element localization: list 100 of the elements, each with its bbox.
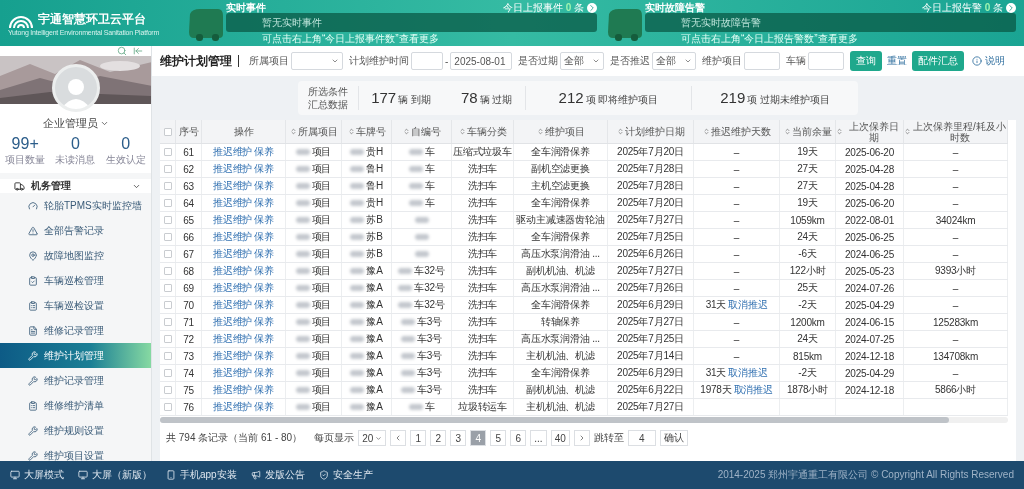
column-header[interactable]: 上次保养日期 [836, 120, 904, 143]
footer-link[interactable]: 安全生产 [318, 468, 373, 482]
cancel-delay-link[interactable]: 取消推迟 [728, 298, 768, 312]
action-link[interactable]: 推迟维护 [213, 196, 253, 210]
search-icon[interactable] [117, 46, 127, 56]
column-header[interactable]: 车辆分类 [452, 120, 514, 143]
menu-item[interactable]: 故障地图监控 [0, 243, 151, 268]
sort-icon[interactable] [347, 128, 355, 135]
row-checkbox[interactable] [163, 403, 172, 411]
menu-item[interactable]: 维护规则设置 [0, 418, 151, 443]
action-link[interactable]: 推迟维护 [213, 145, 253, 159]
sort-icon[interactable] [783, 128, 791, 135]
footer-link[interactable]: 手机app安装 [166, 468, 237, 482]
page-size-select[interactable]: 20 [358, 430, 387, 446]
action-link[interactable]: 保养 [254, 179, 274, 193]
menu-group[interactable]: 机务管理 [0, 179, 151, 193]
action-link[interactable]: 推迟维护 [213, 366, 253, 380]
footer-link[interactable]: 大屏模式 [10, 468, 64, 482]
action-link[interactable]: 推迟维护 [213, 264, 253, 278]
action-link[interactable]: 推迟维护 [213, 281, 253, 295]
confirm-button[interactable]: 确认 [659, 430, 688, 446]
row-checkbox[interactable] [163, 267, 172, 275]
sort-icon[interactable] [702, 128, 710, 135]
column-header[interactable]: 计划维护日期 [608, 120, 694, 143]
menu-item[interactable]: 全部告警记录 [0, 218, 151, 243]
page-button[interactable]: 3 [450, 430, 467, 446]
column-header[interactable]: 所属项目 [286, 120, 342, 143]
action-link[interactable]: 保养 [254, 315, 274, 329]
row-checkbox[interactable] [163, 233, 172, 241]
row-checkbox[interactable] [163, 318, 172, 326]
action-link[interactable]: 保养 [254, 230, 274, 244]
menu-item[interactable]: 维护项目设置 [0, 443, 151, 461]
menu-item[interactable]: 车辆巡检管理 [0, 268, 151, 293]
action-link[interactable]: 推迟维护 [213, 400, 253, 414]
row-checkbox[interactable] [163, 335, 172, 343]
select-field[interactable]: 全部 [560, 52, 605, 70]
reset-button[interactable]: 重置 [884, 54, 911, 68]
action-link[interactable]: 推迟维护 [213, 315, 253, 329]
row-checkbox[interactable] [163, 301, 172, 309]
column-header[interactable]: 推迟维护天数 [694, 120, 780, 143]
action-link[interactable]: 保养 [254, 332, 274, 346]
action-link[interactable]: 推迟维护 [213, 383, 253, 397]
row-checkbox[interactable] [163, 165, 172, 173]
menu-item[interactable]: 维护记录管理 [0, 368, 151, 393]
action-link[interactable]: 保养 [254, 145, 274, 159]
menu-item[interactable]: 维修维护清单 [0, 393, 151, 418]
user-name[interactable]: 企业管理员 [42, 116, 109, 131]
action-link[interactable]: 推迟维护 [213, 213, 253, 227]
page-button[interactable]: 1 [410, 430, 427, 446]
menu-item[interactable]: 车辆巡检设置 [0, 293, 151, 318]
column-header[interactable]: 维护项目 [514, 120, 608, 143]
arrow-icon[interactable] [587, 2, 597, 13]
row-checkbox[interactable] [163, 148, 172, 156]
arrow-icon[interactable] [1006, 2, 1016, 13]
sort-icon[interactable] [289, 128, 297, 135]
column-header[interactable]: 车牌号 [342, 120, 392, 143]
select-field[interactable] [291, 52, 343, 70]
help-link[interactable]: 说明 [984, 54, 1009, 68]
menu-item[interactable]: 维护计划管理 [0, 343, 151, 368]
sort-icon[interactable] [536, 128, 544, 135]
action-link[interactable]: 保养 [254, 383, 274, 397]
menu-item[interactable]: 维修记录管理 [0, 318, 151, 343]
page-input[interactable]: 4 [627, 430, 656, 446]
footer-link[interactable]: 大屏（新版） [78, 468, 152, 482]
cancel-delay-link[interactable]: 取消推迟 [733, 383, 773, 397]
action-link[interactable]: 推迟维护 [213, 230, 253, 244]
page-button[interactable]: 2 [430, 430, 447, 446]
action-link[interactable]: 推迟维护 [213, 349, 253, 363]
cancel-delay-link[interactable]: 取消推迟 [728, 366, 768, 380]
action-link[interactable]: 保养 [254, 281, 274, 295]
sort-icon[interactable] [616, 128, 624, 135]
row-checkbox[interactable] [163, 182, 172, 190]
sort-icon[interactable] [836, 128, 843, 135]
column-header[interactable]: 当前余量 [780, 120, 836, 143]
action-link[interactable]: 推迟维护 [213, 179, 253, 193]
row-checkbox[interactable] [163, 199, 172, 207]
action-link[interactable]: 保养 [254, 213, 274, 227]
next-page-button[interactable] [573, 430, 590, 446]
action-link[interactable]: 保养 [254, 400, 274, 414]
menu-item[interactable]: 轮胎TPMS实时监控墙 [0, 193, 151, 218]
row-checkbox[interactable] [163, 216, 172, 224]
action-link[interactable]: 保养 [254, 264, 274, 278]
footer-link[interactable]: 发版公告 [250, 468, 305, 482]
action-link[interactable]: 推迟维护 [213, 332, 253, 346]
action-link[interactable]: 保养 [254, 196, 274, 210]
collapse-icon[interactable] [133, 46, 143, 56]
prev-page-button[interactable] [390, 430, 407, 446]
column-header[interactable]: 自编号 [392, 120, 452, 143]
row-checkbox[interactable] [163, 250, 172, 258]
row-checkbox[interactable] [163, 352, 172, 360]
date-field[interactable]: 2025-08-01 [450, 52, 513, 70]
column-header[interactable]: 上次保养里程/耗及小时数 [904, 120, 1008, 143]
input-field[interactable] [744, 52, 781, 70]
select-field[interactable]: 全部 [652, 52, 697, 70]
action-link[interactable]: 保养 [254, 247, 274, 261]
page-button[interactable]: 40 [550, 430, 570, 446]
page-button[interactable]: 5 [490, 430, 507, 446]
row-checkbox[interactable] [163, 369, 172, 377]
action-link[interactable]: 保养 [254, 298, 274, 312]
select-all-checkbox[interactable] [163, 127, 172, 136]
